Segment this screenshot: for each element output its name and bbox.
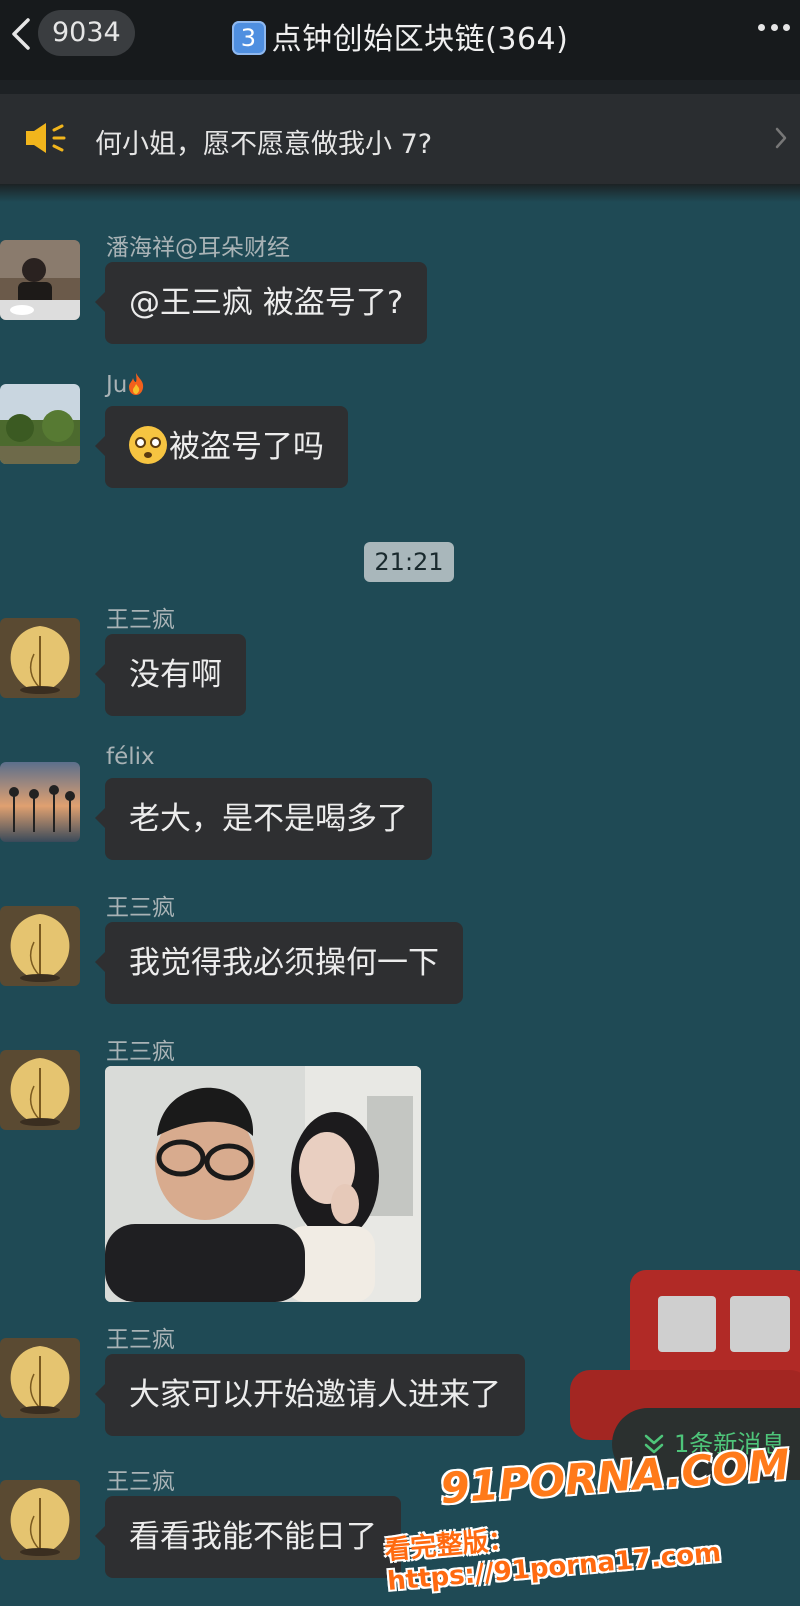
avatar[interactable] [0, 906, 80, 986]
message-text: 被盗号了吗 [169, 429, 324, 465]
sender-name: 王三疯 [106, 1039, 175, 1065]
flushed-face-icon [129, 426, 167, 464]
avatar[interactable] [0, 240, 80, 320]
divider [0, 80, 800, 94]
sender-name: 王三疯 [106, 1327, 175, 1353]
sender-name: 王三疯 [106, 895, 175, 921]
avatar[interactable] [0, 762, 80, 842]
more-icon[interactable] [758, 22, 790, 32]
sender-name: 王三疯 [106, 607, 175, 633]
message-bubble[interactable]: 看看我能不能日了 [95, 1496, 401, 1578]
message-bubble[interactable]: 老大，是不是喝多了 [95, 778, 432, 860]
announcement-text: 何小姐，愿不愿意做我小 7? [95, 129, 433, 160]
message-bubble[interactable]: 我觉得我必须操何一下 [95, 922, 463, 1004]
avatar[interactable] [0, 618, 80, 698]
sender-name: 潘海祥@耳朵财经 [106, 235, 290, 261]
photo-message[interactable] [105, 1066, 421, 1302]
message-bubble[interactable]: @王三疯 被盗号了? [94, 262, 428, 344]
group-announcement-bar[interactable]: 何小姐，愿不愿意做我小 7? [0, 94, 800, 184]
keycap-number-icon: 3 [231, 21, 266, 55]
sender-name: Ju [106, 372, 145, 398]
timestamp: 21:21 [364, 542, 454, 582]
avatar[interactable] [0, 384, 80, 464]
group-title-text: 点钟创始区块链(364) [271, 22, 569, 57]
group-title[interactable]: 3 点钟创始区块链(364) [0, 14, 800, 58]
avatar[interactable] [0, 1338, 80, 1418]
message-bubble[interactable]: 没有啊 [95, 634, 246, 716]
fire-icon [129, 373, 144, 395]
speaker-icon [26, 123, 66, 153]
sender-name: 王三疯 [106, 1469, 175, 1495]
sender-name-text: Ju [106, 372, 128, 398]
avatar[interactable] [0, 1480, 80, 1560]
chat-header: 9034 3 点钟创始区块链(364) [0, 0, 800, 80]
message-bubble[interactable]: 大家可以开始邀请人进来了 [95, 1354, 525, 1436]
sender-name: félix [106, 744, 155, 770]
divider [0, 184, 800, 202]
message-bubble[interactable]: 被盗号了吗 [95, 406, 348, 488]
avatar[interactable] [0, 1050, 80, 1130]
chevron-right-icon [775, 127, 787, 149]
